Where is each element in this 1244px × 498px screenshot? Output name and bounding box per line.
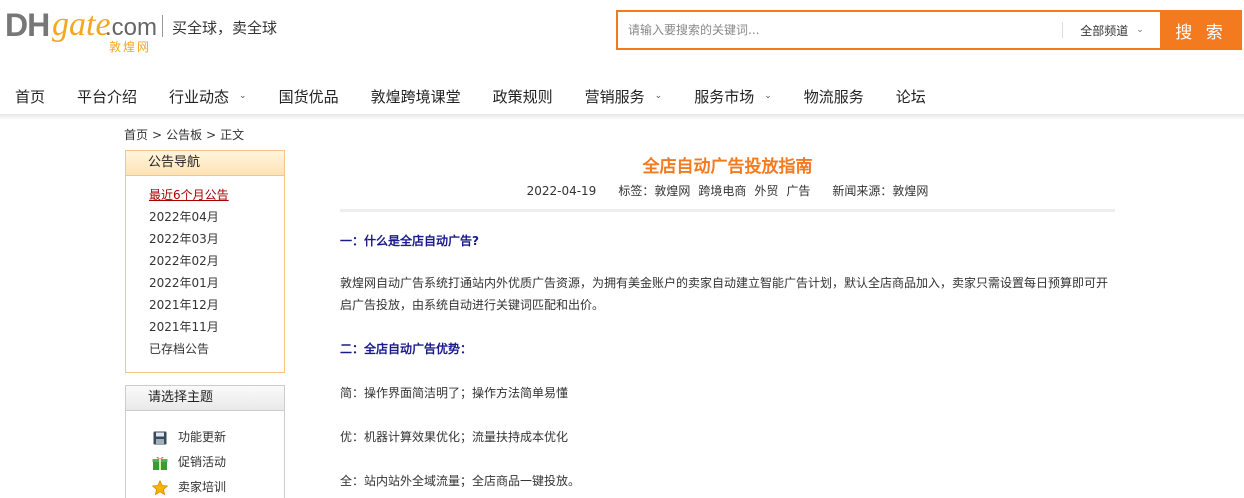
nav-label: 首页 xyxy=(15,87,46,106)
title-divider xyxy=(340,209,1115,212)
nav-item-logistics[interactable]: 物流服务 xyxy=(804,86,864,107)
topic-list: 功能更新 促销活动 卖家培训 xyxy=(126,411,284,498)
topic-item[interactable]: 促销活动 xyxy=(152,450,284,475)
article-body: 一：什么是全店自动广告? 敦煌网自动广告系统打通站内外优质广告资源，为拥有美金账… xyxy=(340,230,1115,492)
search-bar: 全部频道 ⌄ 搜 索 xyxy=(616,10,1242,50)
topic-label: 功能更新 xyxy=(178,430,227,444)
month-link[interactable]: 已存档公告 xyxy=(149,338,284,360)
topic-label: 卖家培训 xyxy=(178,480,227,494)
slogan: 买全球，卖全球 xyxy=(172,19,278,37)
search-divider xyxy=(1062,22,1063,38)
dhgate-logo[interactable]: DH gate .com 敦煌网 xyxy=(5,6,157,55)
nav-shadow xyxy=(0,114,1244,120)
topic-label: 促销活动 xyxy=(178,455,227,469)
article-title: 全店自动广告投放指南 xyxy=(642,157,813,177)
month-list: 最近6个月公告 2022年04月 2022年03月 2022年02月 2022年… xyxy=(126,176,284,360)
channel-select[interactable]: 全部频道 ⌄ xyxy=(1064,12,1160,48)
paragraph: 优：机器计算效果优化；流量扶持成本优化 xyxy=(340,430,569,444)
paragraph: 简：操作界面简洁明了；操作方法简单易懂 xyxy=(340,386,569,400)
month-link[interactable]: 2022年03月 xyxy=(149,228,284,250)
breadcrumb-current: 正文 xyxy=(220,128,245,142)
tags-label: 标签： xyxy=(618,184,655,198)
search-input[interactable] xyxy=(618,12,1062,48)
tag-link[interactable]: 外贸 xyxy=(754,184,778,198)
article-source: 新闻来源：敦煌网 xyxy=(832,184,929,198)
nav-label: 物流服务 xyxy=(803,87,864,106)
section-heading: 二：全店自动广告优势： xyxy=(340,342,473,356)
tag-link[interactable]: 跨境电商 xyxy=(698,184,746,198)
article-meta: 2022-04-19 标签：敦煌网 跨境电商 外贸 广告 新闻来源：敦煌网 xyxy=(340,182,1115,199)
month-link[interactable]: 2021年11月 xyxy=(149,316,284,338)
channel-label: 全部频道 xyxy=(1080,23,1129,38)
nav-label: 国货优品 xyxy=(278,87,339,106)
chevron-down-icon: ⌄ xyxy=(1136,25,1144,35)
nav-item-policy[interactable]: 政策规则 xyxy=(493,86,553,107)
topic-panel: 请选择主题 功能更新 促销活动 卖家培训 xyxy=(125,385,285,498)
slogan-divider xyxy=(162,15,163,37)
nav-label: 行业动态 xyxy=(169,87,230,106)
logo-dh: DH xyxy=(5,7,50,43)
month-link[interactable]: 2022年01月 xyxy=(149,272,284,294)
breadcrumb-sep: > xyxy=(152,128,163,142)
logo-gate: gate xyxy=(52,6,111,43)
star-icon xyxy=(152,479,168,496)
tag-link[interactable]: 敦煌网 xyxy=(654,184,690,198)
nav-item-marketing[interactable]: 营销服务 ⌄ xyxy=(585,86,663,107)
nav-item-home[interactable]: 首页 xyxy=(15,86,45,107)
site-header: DH gate .com 敦煌网 买全球，卖全球 全部频道 ⌄ 搜 索 xyxy=(0,0,1244,70)
nav-item-classroom[interactable]: 敦煌跨境课堂 xyxy=(371,86,461,107)
paragraph: 全：站内站外全域流量；全店商品一键投放。 xyxy=(340,474,581,488)
month-link[interactable]: 最近6个月公告 xyxy=(149,184,284,206)
nav-label: 政策规则 xyxy=(492,87,553,106)
gift-icon xyxy=(152,455,168,471)
chevron-down-icon: ⌄ xyxy=(239,91,247,101)
breadcrumb: 首页 > 公告板 > 正文 xyxy=(124,126,244,143)
panel-title: 请选择主题 xyxy=(126,386,284,411)
nav-label: 服务市场 xyxy=(694,87,755,106)
topic-item[interactable]: 功能更新 xyxy=(152,425,284,450)
nav-item-market[interactable]: 服务市场 ⌄ xyxy=(694,86,772,107)
breadcrumb-board[interactable]: 公告板 xyxy=(166,128,202,142)
paragraph: 敦煌网自动广告系统打通站内外优质广告资源，为拥有美金账户的卖家自动建立智能广告计… xyxy=(340,276,1109,312)
save-icon xyxy=(152,430,168,446)
topic-item[interactable]: 卖家培训 xyxy=(152,475,284,498)
chevron-down-icon: ⌄ xyxy=(764,91,772,101)
breadcrumb-home[interactable]: 首页 xyxy=(124,128,148,142)
main-nav: 首页 平台介绍 行业动态 ⌄ 国货优品 敦煌跨境课堂 政策规则 营销服务 ⌄ 服务市… xyxy=(0,76,1244,116)
logo-cn: 敦煌网 xyxy=(109,40,152,54)
search-button[interactable]: 搜 索 xyxy=(1160,10,1242,50)
nav-label: 论坛 xyxy=(895,87,926,106)
month-link[interactable]: 2021年12月 xyxy=(149,294,284,316)
announcement-nav-panel: 公告导航 最近6个月公告 2022年04月 2022年03月 2022年02月 … xyxy=(125,150,285,373)
nav-label: 营销服务 xyxy=(584,87,645,106)
article-date: 2022-04-19 xyxy=(526,184,597,198)
month-link[interactable]: 2022年02月 xyxy=(149,250,284,272)
nav-item-products[interactable]: 国货优品 xyxy=(279,86,339,107)
nav-item-platform[interactable]: 平台介绍 xyxy=(77,86,137,107)
chevron-down-icon: ⌄ xyxy=(654,91,663,101)
nav-item-forum[interactable]: 论坛 xyxy=(896,86,926,107)
nav-label: 平台介绍 xyxy=(77,87,138,106)
section-heading: 一：什么是全店自动广告? xyxy=(340,234,479,248)
nav-item-industry[interactable]: 行业动态 ⌄ xyxy=(169,86,247,107)
panel-title: 公告导航 xyxy=(126,151,284,176)
nav-label: 敦煌跨境课堂 xyxy=(370,87,461,106)
breadcrumb-sep: > xyxy=(206,128,217,142)
tag-link[interactable]: 广告 xyxy=(786,184,810,198)
month-link[interactable]: 2022年04月 xyxy=(149,206,284,228)
